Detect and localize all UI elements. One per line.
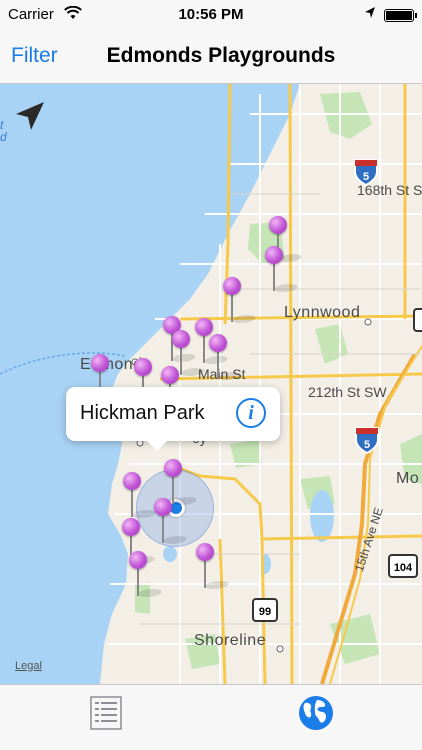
status-bar: Carrier 10:56 PM [0,0,422,30]
tab-map[interactable] [296,693,336,733]
highway-104-shield: 104 [388,554,418,585]
map-label-mo: Mo [396,470,420,487]
legal-link[interactable]: Legal [15,660,42,672]
status-time: 10:56 PM [178,6,244,23]
map-label-lynnwood: Lynnwood [284,304,361,321]
playground-pin[interactable] [223,277,259,333]
interstate-5-shield-north: 5 [353,158,379,191]
playground-pin[interactable] [209,334,245,390]
playground-pin[interactable] [129,551,165,607]
interstate-5-label: 5 [363,171,369,183]
tab-bar [0,684,422,750]
highway-shield-edge [413,308,422,337]
list-icon [90,696,122,730]
playground-pin[interactable] [154,498,190,554]
map-label-shoreline: Shoreline [194,632,267,649]
interstate-5-label: 5 [364,439,370,451]
highway-99-label: 99 [259,606,271,618]
callout-park-name: Hickman Park [80,402,205,424]
map-label-partial: d [0,130,7,144]
highway-104-label: 104 [394,562,413,574]
current-location-button[interactable] [14,100,46,137]
info-icon[interactable]: i [236,398,266,428]
map-label-212th-st: 212th St SW [308,384,387,400]
interstate-5-shield: 5 [354,426,380,459]
location-arrow-icon [364,6,376,24]
globe-icon [299,696,333,730]
navigation-arrow-icon [16,102,44,130]
battery-icon [384,9,417,22]
playground-pin[interactable] [265,246,301,302]
map-view[interactable]: t d 168th St SW Lynnwood Edmonds Main St… [0,84,422,684]
park-callout[interactable]: Hickman Park i [66,387,280,451]
highway-99-shield: 99 [252,598,278,629]
navigation-bar: Filter Edmonds Playgrounds [0,30,422,84]
tab-list[interactable] [86,693,126,733]
page-title: Edmonds Playgrounds [106,44,336,67]
playground-pin[interactable] [196,543,232,599]
